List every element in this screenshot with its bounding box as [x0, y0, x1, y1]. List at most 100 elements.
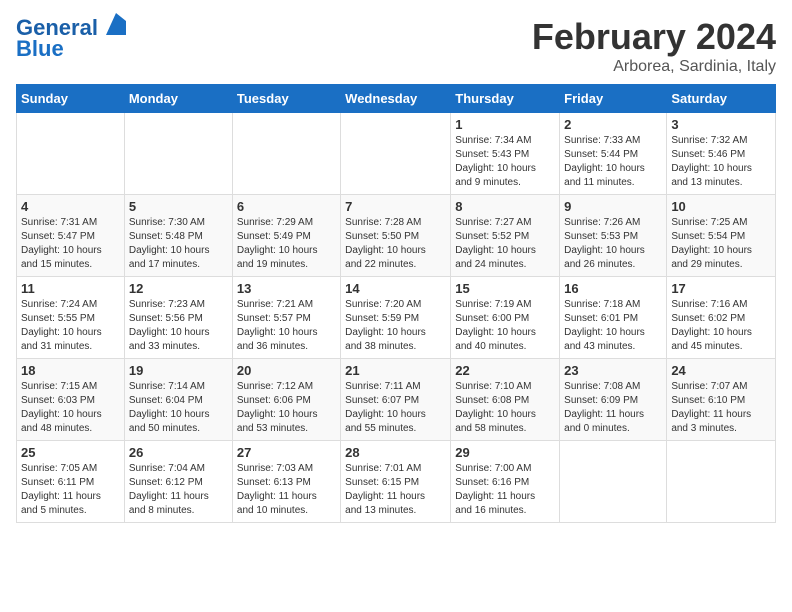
- day-info: Sunrise: 7:28 AMSunset: 5:50 PMDaylight:…: [345, 216, 446, 272]
- day-info: Sunrise: 7:14 AMSunset: 6:04 PMDaylight:…: [129, 380, 228, 436]
- day-number: 13: [237, 281, 336, 296]
- day-cell: 11 Sunrise: 7:24 AMSunset: 5:55 PMDayligh…: [17, 277, 125, 359]
- header-cell-sunday: Sunday: [17, 85, 125, 113]
- day-info: Sunrise: 7:01 AMSunset: 6:15 PMDaylight:…: [345, 462, 446, 518]
- day-number: 4: [21, 199, 120, 214]
- day-cell: 26Sunrise: 7:04 AMSunset: 6:12 PMDayligh…: [124, 441, 232, 523]
- week-row-4: 18 Sunrise: 7:15 AMSunset: 6:03 PMDayligh…: [17, 359, 776, 441]
- title-block: February 2024 Arborea, Sardinia, Italy: [532, 16, 776, 76]
- header-cell-wednesday: Wednesday: [341, 85, 451, 113]
- day-number: 17: [671, 281, 771, 296]
- day-info: Sunrise: 7:11 AMSunset: 6:07 PMDaylight:…: [345, 380, 446, 436]
- day-cell: 4 Sunrise: 7:31 AMSunset: 5:47 PMDaylight…: [17, 195, 125, 277]
- day-cell: 8 Sunrise: 7:27 AMSunset: 5:52 PMDaylight…: [451, 195, 560, 277]
- week-row-5: 25 Sunrise: 7:05 AMSunset: 6:11 PMDayligh…: [17, 441, 776, 523]
- day-number: 9: [564, 199, 662, 214]
- day-cell: 21 Sunrise: 7:11 AMSunset: 6:07 PMDayligh…: [341, 359, 451, 441]
- day-cell: 3Sunrise: 7:32 AMSunset: 5:46 PMDaylight…: [667, 113, 776, 195]
- logo: General Blue: [16, 16, 126, 62]
- day-cell: 27 Sunrise: 7:03 AMSunset: 6:13 PMDayligh…: [232, 441, 340, 523]
- calendar-title: February 2024: [532, 16, 776, 58]
- day-cell: 13 Sunrise: 7:21 AMSunset: 5:57 PMDayligh…: [232, 277, 340, 359]
- calendar-subtitle: Arborea, Sardinia, Italy: [532, 58, 776, 76]
- day-number: 24: [671, 363, 771, 378]
- day-number: 6: [237, 199, 336, 214]
- day-cell: 17 Sunrise: 7:16 AMSunset: 6:02 PMDayligh…: [667, 277, 776, 359]
- day-cell: 12Sunrise: 7:23 AMSunset: 5:56 PMDayligh…: [124, 277, 232, 359]
- day-number: 5: [129, 199, 228, 214]
- day-cell: 5 Sunrise: 7:30 AMSunset: 5:48 PMDaylight…: [124, 195, 232, 277]
- day-cell: 23 Sunrise: 7:08 AMSunset: 6:09 PMDayligh…: [560, 359, 667, 441]
- header-cell-saturday: Saturday: [667, 85, 776, 113]
- day-info: Sunrise: 7:16 AMSunset: 6:02 PMDaylight:…: [671, 298, 771, 354]
- day-info: Sunrise: 7:08 AMSunset: 6:09 PMDaylight:…: [564, 380, 662, 436]
- day-cell: 20Sunrise: 7:12 AMSunset: 6:06 PMDayligh…: [232, 359, 340, 441]
- day-number: 22: [455, 363, 555, 378]
- day-info: Sunrise: 7:03 AMSunset: 6:13 PMDaylight:…: [237, 462, 336, 518]
- day-info: Sunrise: 7:00 AMSunset: 6:16 PMDaylight:…: [455, 462, 555, 518]
- day-number: 20: [237, 363, 336, 378]
- day-cell: 24Sunrise: 7:07 AMSunset: 6:10 PMDayligh…: [667, 359, 776, 441]
- day-number: 12: [129, 281, 228, 296]
- day-cell: 28 Sunrise: 7:01 AMSunset: 6:15 PMDayligh…: [341, 441, 451, 523]
- day-number: 15: [455, 281, 555, 296]
- day-number: 25: [21, 445, 120, 460]
- day-number: 11: [21, 281, 120, 296]
- day-info: Sunrise: 7:21 AMSunset: 5:57 PMDaylight:…: [237, 298, 336, 354]
- day-number: 27: [237, 445, 336, 460]
- header-cell-monday: Monday: [124, 85, 232, 113]
- day-cell: 29 Sunrise: 7:00 AMSunset: 6:16 PMDayligh…: [451, 441, 560, 523]
- page-header: General Blue February 2024 Arborea, Sard…: [16, 16, 776, 76]
- day-cell: [667, 441, 776, 523]
- day-info: Sunrise: 7:20 AMSunset: 5:59 PMDaylight:…: [345, 298, 446, 354]
- day-info: Sunrise: 7:26 AMSunset: 5:53 PMDaylight:…: [564, 216, 662, 272]
- day-info: Sunrise: 7:24 AMSunset: 5:55 PMDaylight:…: [21, 298, 120, 354]
- day-info: Sunrise: 7:04 AMSunset: 6:12 PMDaylight:…: [129, 462, 228, 518]
- day-cell: 14 Sunrise: 7:20 AMSunset: 5:59 PMDayligh…: [341, 277, 451, 359]
- header-row: SundayMondayTuesdayWednesdayThursdayFrid…: [17, 85, 776, 113]
- day-number: 14: [345, 281, 446, 296]
- day-info: Sunrise: 7:31 AMSunset: 5:47 PMDaylight:…: [21, 216, 120, 272]
- day-cell: 7Sunrise: 7:28 AMSunset: 5:50 PMDaylight…: [341, 195, 451, 277]
- day-cell: 15Sunrise: 7:19 AMSunset: 6:00 PMDayligh…: [451, 277, 560, 359]
- day-info: Sunrise: 7:33 AMSunset: 5:44 PMDaylight:…: [564, 134, 662, 190]
- day-info: Sunrise: 7:25 AMSunset: 5:54 PMDaylight:…: [671, 216, 771, 272]
- day-info: Sunrise: 7:27 AMSunset: 5:52 PMDaylight:…: [455, 216, 555, 272]
- day-info: Sunrise: 7:05 AMSunset: 6:11 PMDaylight:…: [21, 462, 120, 518]
- day-cell: 19 Sunrise: 7:14 AMSunset: 6:04 PMDayligh…: [124, 359, 232, 441]
- day-info: Sunrise: 7:29 AMSunset: 5:49 PMDaylight:…: [237, 216, 336, 272]
- day-cell: [17, 113, 125, 195]
- week-row-1: 1Sunrise: 7:34 AMSunset: 5:43 PMDaylight…: [17, 113, 776, 195]
- week-row-3: 11 Sunrise: 7:24 AMSunset: 5:55 PMDayligh…: [17, 277, 776, 359]
- day-cell: 2Sunrise: 7:33 AMSunset: 5:44 PMDaylight…: [560, 113, 667, 195]
- day-number: 10: [671, 199, 771, 214]
- day-number: 21: [345, 363, 446, 378]
- day-cell: [341, 113, 451, 195]
- day-cell: [124, 113, 232, 195]
- day-info: Sunrise: 7:30 AMSunset: 5:48 PMDaylight:…: [129, 216, 228, 272]
- day-cell: [232, 113, 340, 195]
- header-cell-friday: Friday: [560, 85, 667, 113]
- day-number: 8: [455, 199, 555, 214]
- day-number: 29: [455, 445, 555, 460]
- day-cell: 10 Sunrise: 7:25 AMSunset: 5:54 PMDayligh…: [667, 195, 776, 277]
- day-cell: 22 Sunrise: 7:10 AMSunset: 6:08 PMDayligh…: [451, 359, 560, 441]
- day-number: 28: [345, 445, 446, 460]
- day-number: 16: [564, 281, 662, 296]
- day-info: Sunrise: 7:10 AMSunset: 6:08 PMDaylight:…: [455, 380, 555, 436]
- day-number: 3: [671, 117, 771, 132]
- day-cell: 9 Sunrise: 7:26 AMSunset: 5:53 PMDaylight…: [560, 195, 667, 277]
- day-number: 19: [129, 363, 228, 378]
- day-cell: 1Sunrise: 7:34 AMSunset: 5:43 PMDaylight…: [451, 113, 560, 195]
- day-info: Sunrise: 7:15 AMSunset: 6:03 PMDaylight:…: [21, 380, 120, 436]
- day-number: 18: [21, 363, 120, 378]
- day-cell: 16 Sunrise: 7:18 AMSunset: 6:01 PMDayligh…: [560, 277, 667, 359]
- day-info: Sunrise: 7:18 AMSunset: 6:01 PMDaylight:…: [564, 298, 662, 354]
- day-number: 1: [455, 117, 555, 132]
- header-cell-tuesday: Tuesday: [232, 85, 340, 113]
- logo-icon: [106, 13, 126, 35]
- day-cell: 18 Sunrise: 7:15 AMSunset: 6:03 PMDayligh…: [17, 359, 125, 441]
- day-cell: 25 Sunrise: 7:05 AMSunset: 6:11 PMDayligh…: [17, 441, 125, 523]
- day-number: 23: [564, 363, 662, 378]
- week-row-2: 4 Sunrise: 7:31 AMSunset: 5:47 PMDaylight…: [17, 195, 776, 277]
